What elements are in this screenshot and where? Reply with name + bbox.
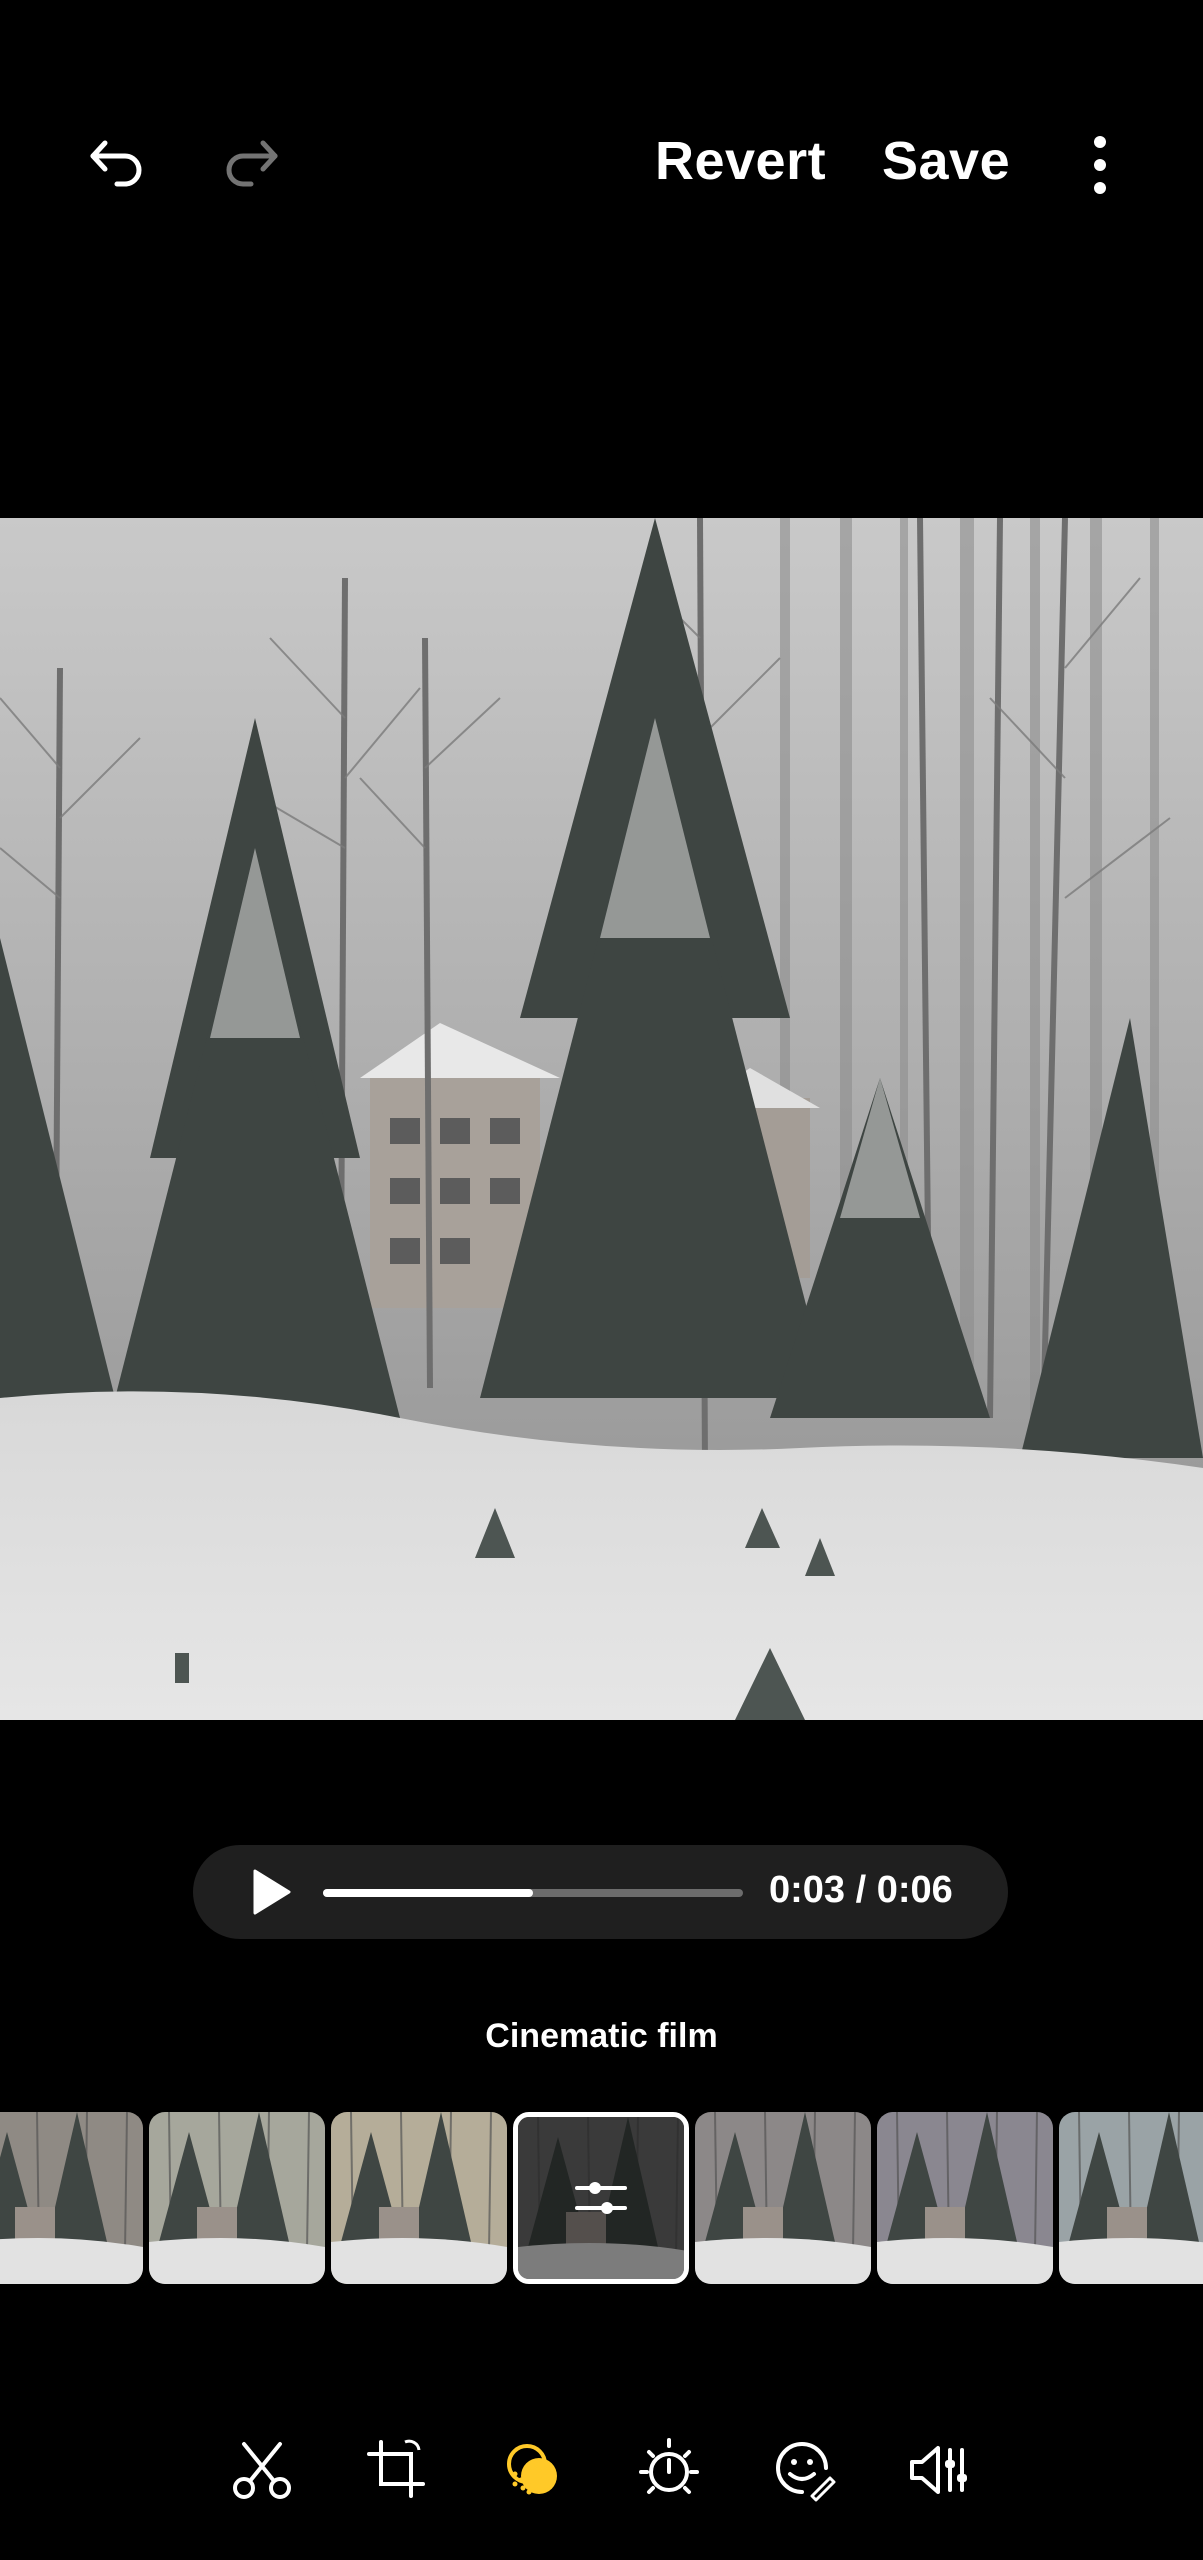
video-player-controls: 0:03 / 0:06 [193, 1845, 1008, 1939]
filter-settings-overlay[interactable] [518, 2117, 684, 2279]
filter-thumbnail[interactable] [149, 2112, 325, 2284]
trim-icon [233, 2442, 291, 2499]
filters-icon [507, 2444, 557, 2495]
filters-tool-button[interactable] [493, 2430, 573, 2510]
filter-thumbnail[interactable] [877, 2112, 1053, 2284]
undo-button[interactable] [80, 128, 150, 198]
audio-icon [910, 2446, 967, 2494]
filter-preview-image [0, 2112, 143, 2284]
trim-tool-button[interactable] [222, 2430, 302, 2510]
snowy-forest-image [0, 518, 1203, 1720]
filter-preview-image [1059, 2112, 1203, 2284]
filter-thumbnail[interactable] [0, 2112, 143, 2284]
edit-tools-bar [0, 2430, 1203, 2520]
redo-icon [226, 140, 278, 187]
more-vertical-icon [1094, 136, 1106, 194]
undo-icon [90, 140, 142, 187]
crop-tool-button[interactable] [357, 2430, 437, 2510]
play-button[interactable] [243, 1865, 297, 1919]
progress-track[interactable] [323, 1889, 743, 1897]
filter-thumbnail[interactable] [331, 2112, 507, 2284]
audio-tool-button[interactable] [900, 2430, 980, 2510]
filter-preview-image [877, 2112, 1053, 2284]
more-options-button[interactable] [1080, 130, 1120, 200]
progress-fill [323, 1889, 533, 1897]
revert-button[interactable]: Revert [655, 130, 826, 192]
top-bar: Revert Save [0, 0, 1203, 330]
filter-preview-image [331, 2112, 507, 2284]
filter-preview-image [149, 2112, 325, 2284]
sticker-emoji-icon [776, 2442, 836, 2502]
adjust-brightness-icon [639, 2438, 699, 2494]
filter-thumbnail-strip [0, 2110, 1203, 2286]
adjust-tool-button[interactable] [629, 2430, 709, 2510]
filter-thumbnail[interactable] [695, 2112, 871, 2284]
filter-preview-image [695, 2112, 871, 2284]
video-preview[interactable] [0, 518, 1203, 1720]
play-icon [253, 1869, 291, 1915]
redo-button[interactable] [218, 128, 288, 198]
filter-thumbnail[interactable] [1059, 2112, 1203, 2284]
current-filter-name: Cinematic film [485, 2017, 718, 2055]
time-readout: 0:03 / 0:06 [769, 1869, 953, 1911]
save-button[interactable]: Save [882, 130, 1010, 192]
sliders-icon [575, 2182, 627, 2214]
crop-rotate-icon [367, 2439, 425, 2498]
decorate-tool-button[interactable] [764, 2430, 844, 2510]
filter-thumbnail[interactable] [513, 2112, 689, 2284]
